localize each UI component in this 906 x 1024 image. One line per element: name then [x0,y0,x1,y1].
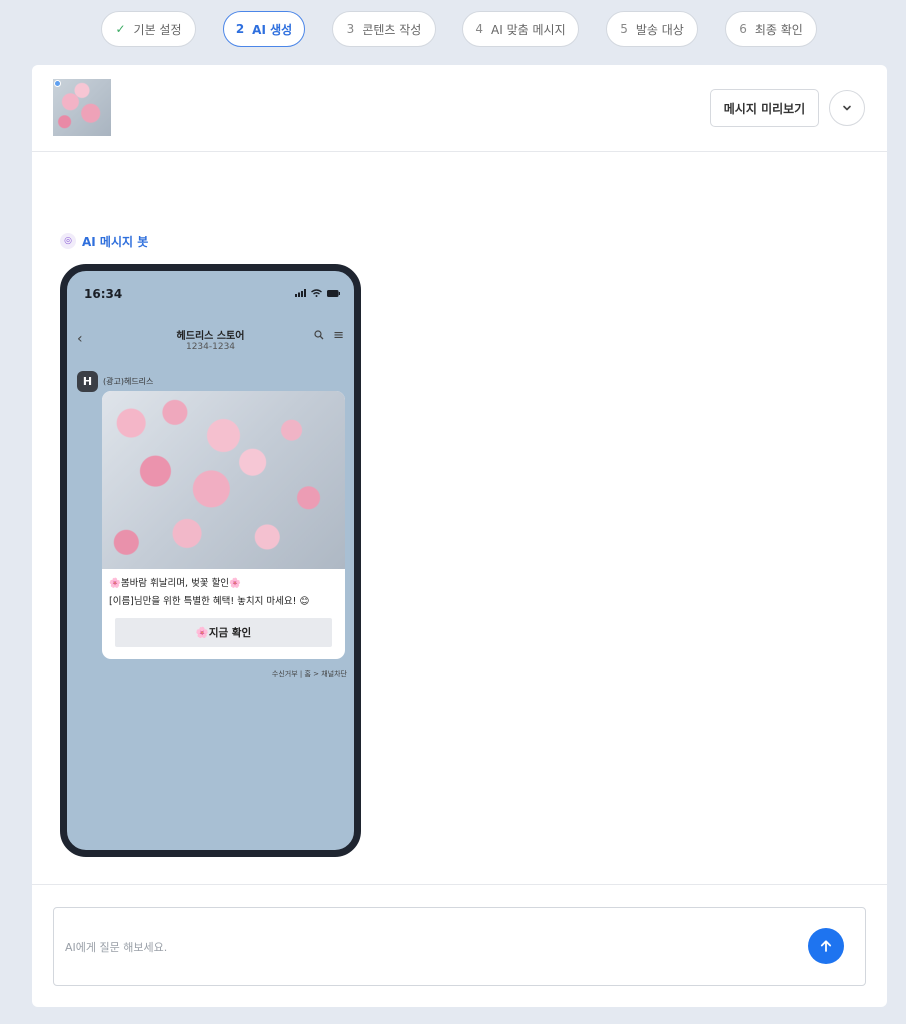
message-line-2: [이름]님만을 위한 특별한 혜택! 놓치지 마세요! 😊 [109,596,310,607]
step-final-confirm[interactable]: 6 최종 확인 [725,11,817,47]
cta-button[interactable]: 🌸지금 확인 [115,618,332,647]
message-preview-button[interactable]: 메시지 미리보기 [710,89,819,127]
step-number: 2 [235,22,245,36]
chevron-down-icon [843,105,851,111]
step-basic-settings[interactable]: ✓ 기본 설정 [101,11,196,47]
step-label: AI 맞춤 메시지 [491,22,566,37]
step-number: 3 [346,22,355,36]
step-send-target[interactable]: 5 발송 대상 [606,11,698,47]
arrow-up-icon [820,940,832,952]
status-time: 16:34 [84,287,123,301]
phone-preview: 16:34 ‹ 헤드리스 스토어 1234-1234 ≡ H (광고)헤드리스 … [60,264,361,857]
message-bubble: 🌸봄바람 휘날리며, 벚꽃 할인🌸 [이름]님만을 위한 특별한 혜택! 놓치지… [102,391,345,659]
bot-icon: ◎ [60,233,76,249]
unsubscribe-note: 수신거부 | 홈 > 채널차단 [271,670,347,678]
sender-name: (광고)헤드리스 [103,376,154,386]
step-label: 발송 대상 [635,22,684,37]
collapse-button[interactable] [829,90,865,126]
store-name: 헤드리스 스토어 [176,331,245,342]
cherry-blossom-image [102,391,345,569]
step-ai-custom-message[interactable]: 4 AI 맞춤 메시지 [462,11,579,47]
send-button[interactable] [808,928,844,964]
status-bar: 16:34 [67,285,354,305]
divider [32,884,887,885]
image-thumbnail[interactable] [53,79,111,136]
selected-dot-icon [54,80,61,87]
menu-icon[interactable]: ≡ [333,328,344,343]
store-number: 1234-1234 [185,342,236,352]
step-content-write[interactable]: 3 콘텐츠 작성 [332,11,436,47]
step-number: 5 [620,22,628,36]
check-icon: ✓ [115,22,126,36]
avatar: H [77,370,98,392]
status-icons [295,289,340,300]
stepper: ✓ 기본 설정 2 AI 생성 3 콘텐츠 작성 4 AI 맞춤 메시지 5 발… [0,11,906,47]
step-number: 4 [475,22,484,36]
ask-box [53,907,866,986]
bot-label-text: AI 메시지 봇 [82,234,149,249]
step-label: 콘텐츠 작성 [362,22,422,37]
card-header: 메시지 미리보기 [32,65,887,152]
ai-bot-label: ◎ AI 메시지 봇 [60,232,148,250]
signal-icon [295,289,307,297]
main-card: 메시지 미리보기 ◎ AI 메시지 봇 16:34 ‹ 헤드리스 스토어 123… [32,65,887,1007]
step-label: AI 생성 [252,22,293,37]
battery-icon [327,290,340,297]
message-line-1: 🌸봄바람 휘날리며, 벚꽃 할인🌸 [109,578,241,589]
step-label: 최종 확인 [754,22,803,37]
ai-question-input[interactable] [65,938,765,956]
step-ai-generate[interactable]: 2 AI 생성 [223,11,305,47]
search-icon[interactable] [314,330,324,343]
step-label: 기본 설정 [133,22,182,37]
step-number: 6 [739,22,747,36]
wifi-icon [311,289,323,297]
sender-row: H (광고)헤드리스 [77,370,154,392]
chat-nav: ‹ 헤드리스 스토어 1234-1234 ≡ [67,325,354,359]
